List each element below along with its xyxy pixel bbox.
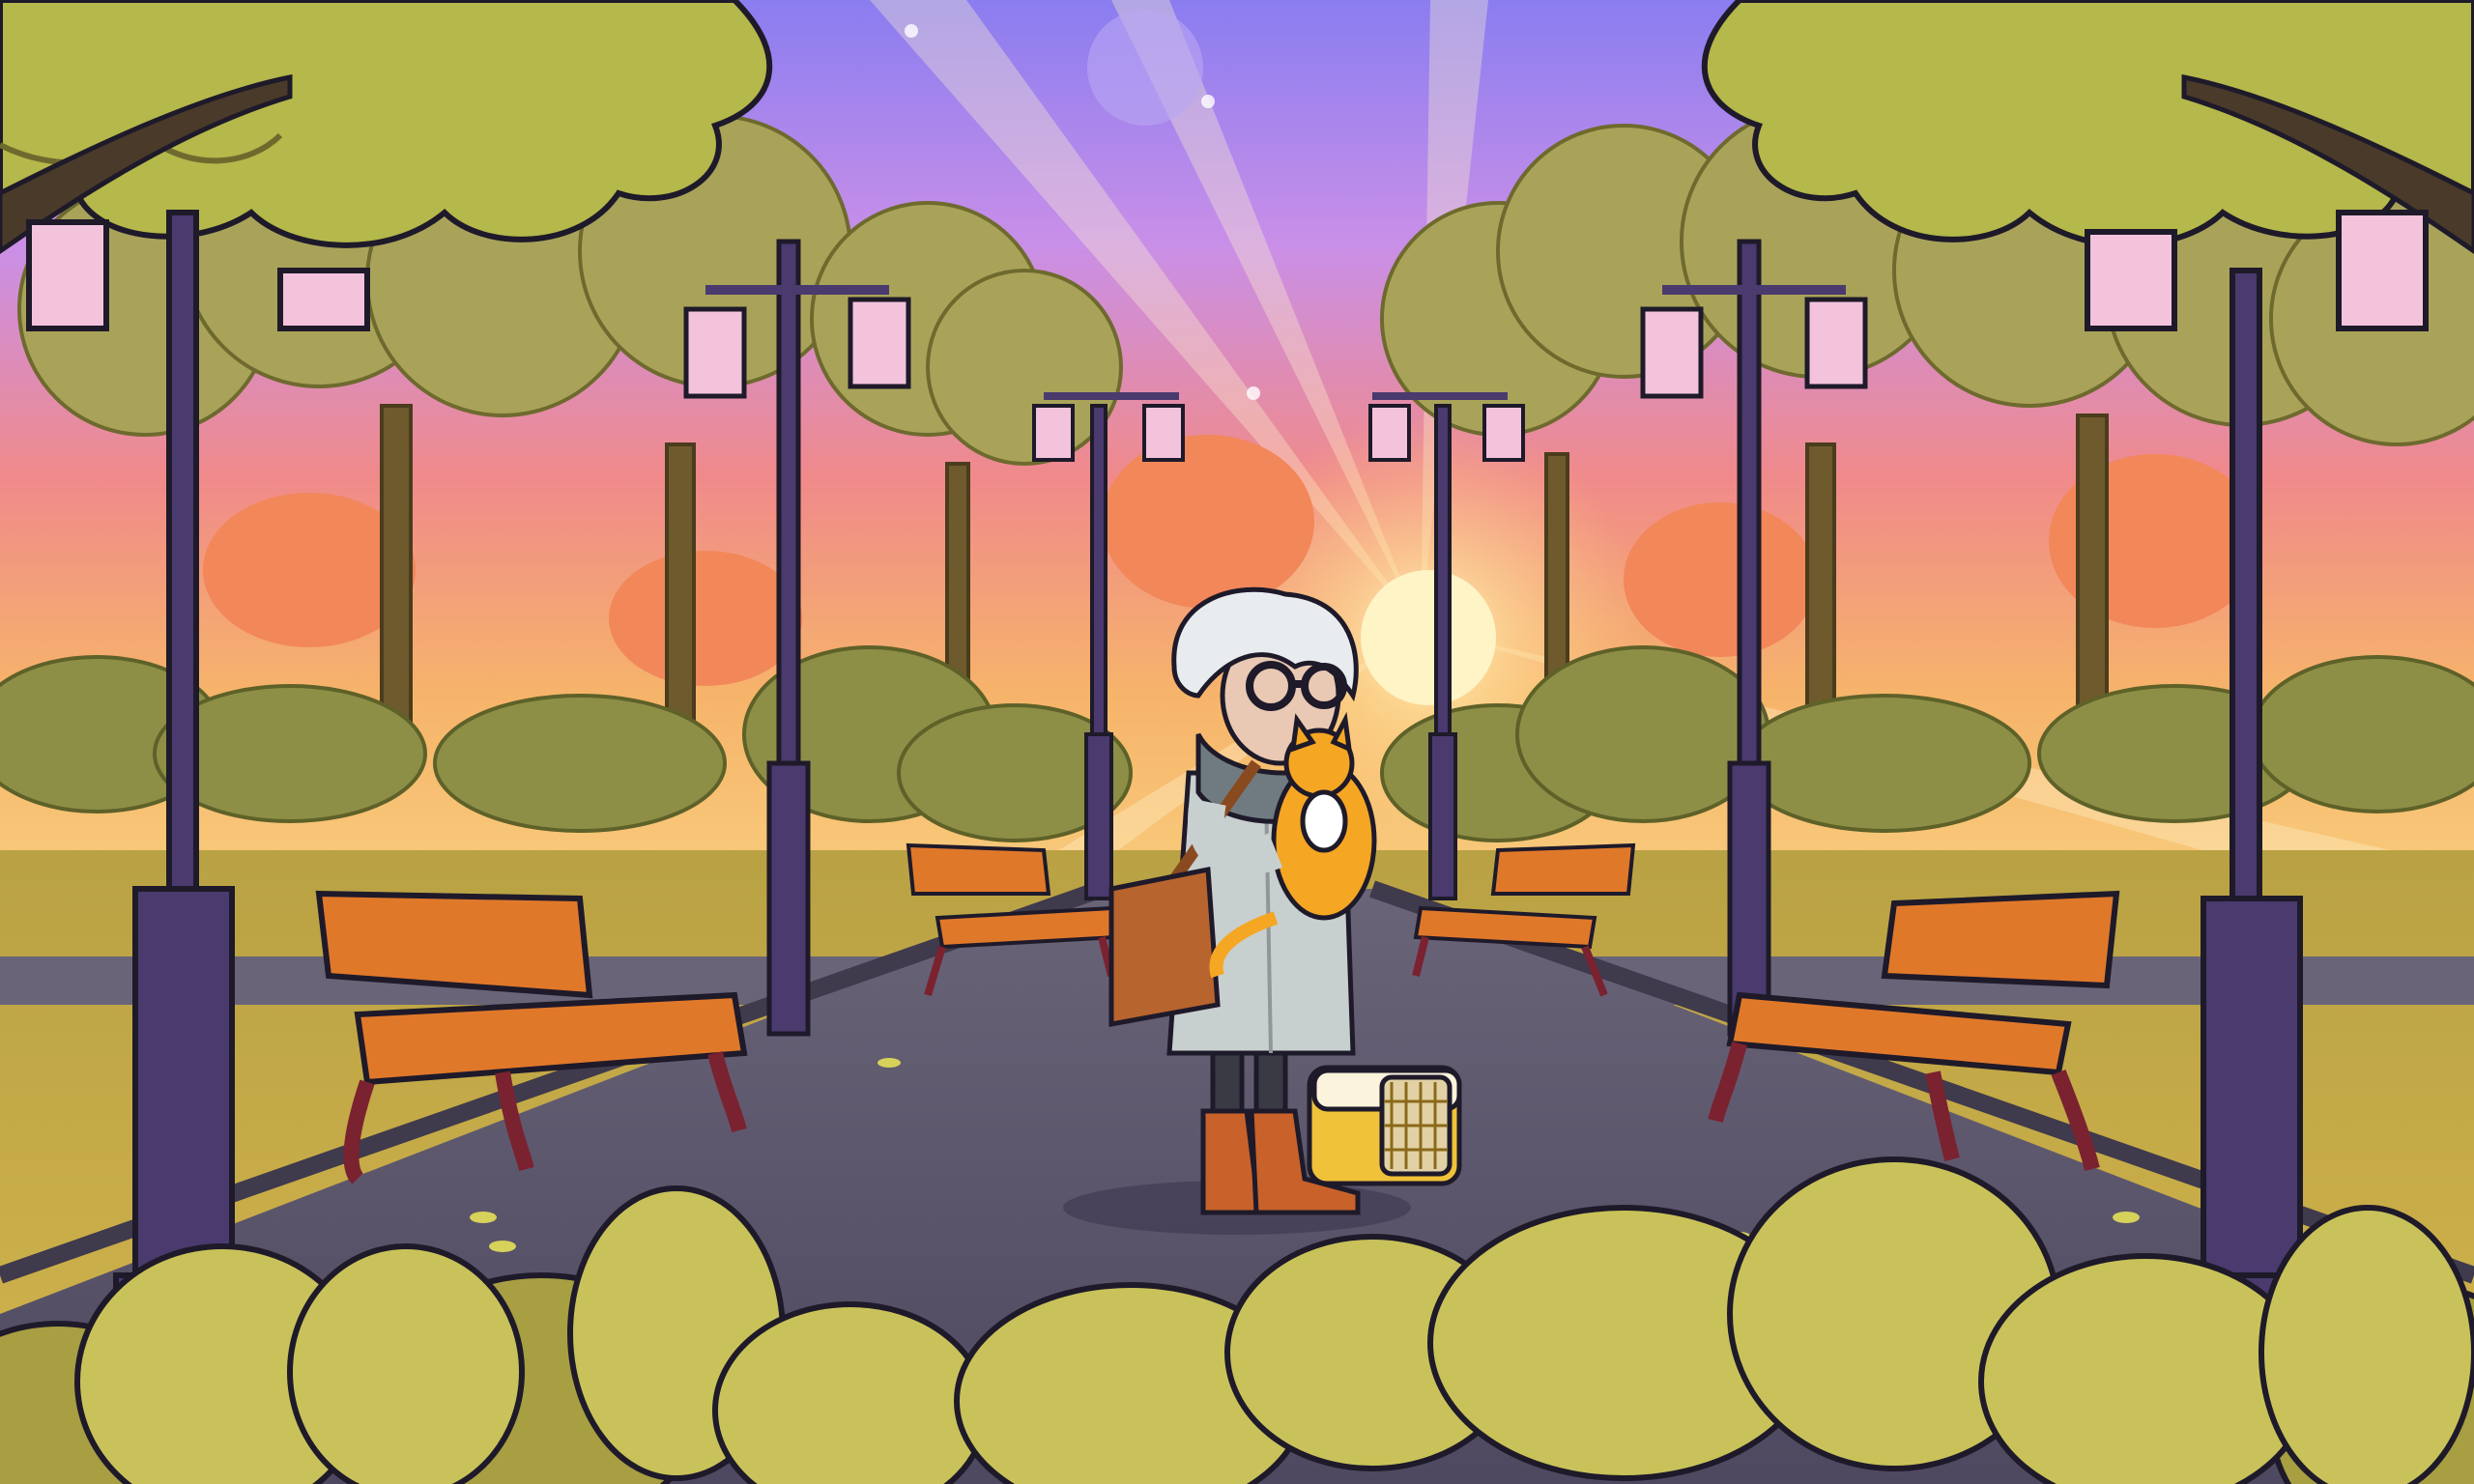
shoulder-bag — [1108, 866, 1221, 1027]
park-scene — [0, 0, 2474, 1484]
sparkle — [1201, 95, 1215, 108]
sparkle — [905, 24, 918, 38]
pet-carrier — [1307, 1065, 1462, 1186]
moon — [1087, 10, 1203, 126]
sun — [1361, 570, 1496, 705]
sparkle — [1247, 386, 1260, 400]
